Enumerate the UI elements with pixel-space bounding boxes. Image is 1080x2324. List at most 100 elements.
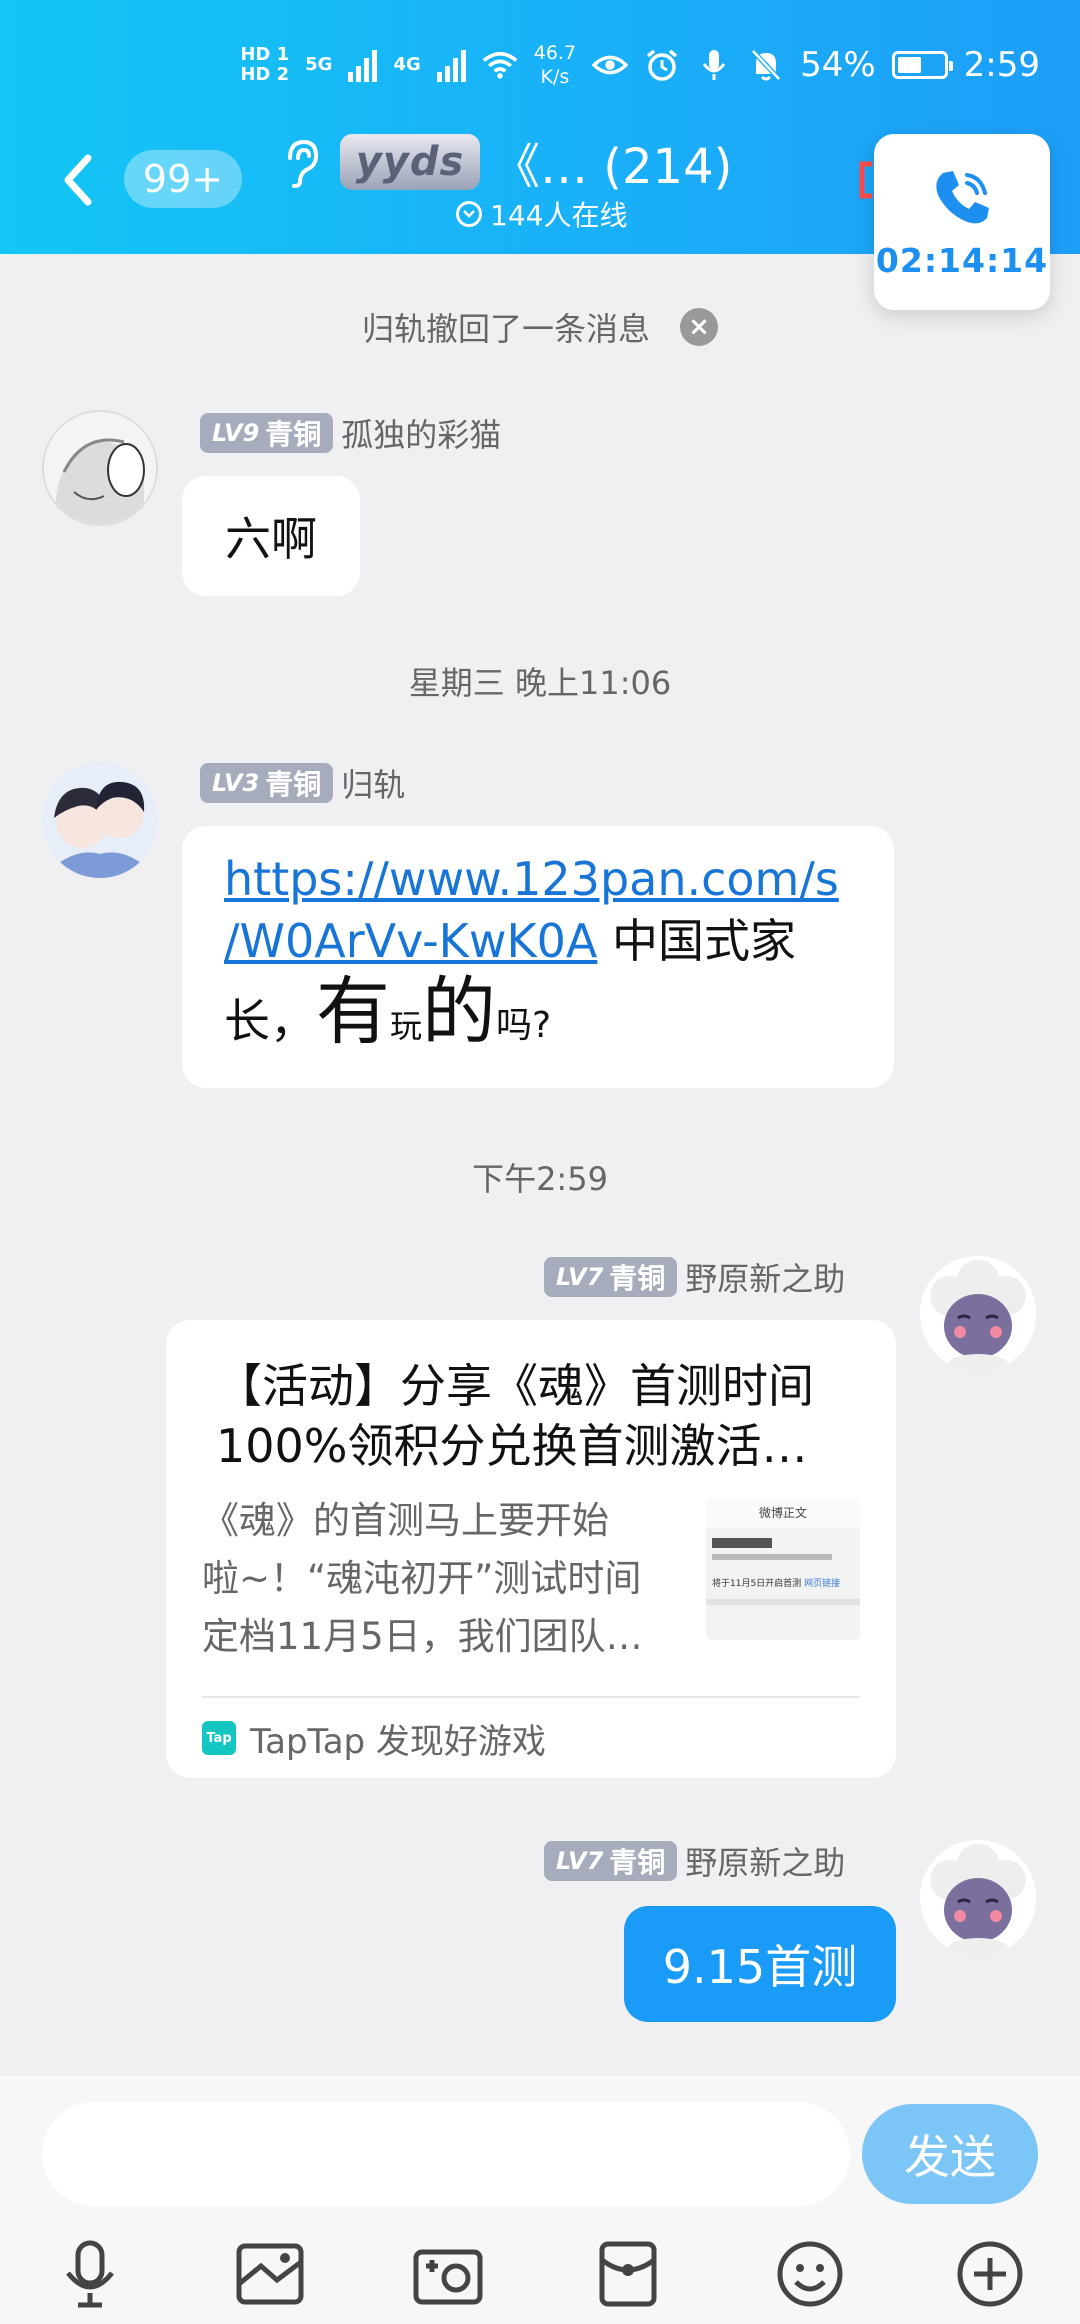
rank-text: 青铜 [265,418,322,451]
card-title: 【活动】分享《魂》首测时间 [216,1359,814,1413]
avatar[interactable] [42,410,158,526]
battery-percent: 54% [800,45,876,85]
rank-text: 青铜 [609,1846,666,1879]
card-title: 100%领积分兑换首测激活… [216,1419,808,1473]
signal2-icon [436,48,466,82]
chevron-down-icon [456,201,482,227]
mute-bell-icon [748,47,784,83]
own-message-bubble[interactable]: 9.15首测 [624,1906,896,2022]
recall-notice: 归轨撤回了一条消息 × [0,304,1080,350]
chevron-left-icon [64,154,92,206]
voice-call-floating-window[interactable]: 02:14:14 [874,134,1050,310]
message-link[interactable]: https://www.123pan.com/s [224,852,839,906]
message-meta: LV7 青铜 野原新之助 [544,1254,845,1300]
avatar[interactable] [42,762,158,878]
anime-couple-avatar-icon [42,762,158,878]
battery-icon [891,51,953,79]
message-text-large: 的 [422,969,497,1055]
timestamp: 星期三 晚上11:06 [408,664,672,702]
composer: 发送 [0,2076,1080,2324]
recall-notice-text: 归轨撤回了一条消息 [361,310,650,348]
message-bubble[interactable]: https://www.123pan.com/s /W0ArVv-KwK0A 中… [182,826,894,1088]
plus-icon[interactable] [950,2234,1030,2314]
level-text: LV7 [556,1847,604,1875]
message-text: 中国式家 [597,914,796,968]
close-icon[interactable]: × [680,308,718,346]
phone-icon [936,170,989,223]
clock: 2:59 [963,45,1040,85]
level-badge: LV7 青铜 [544,1841,678,1881]
taptap-icon: Tap [202,1721,236,1755]
message-text: 六啊 [225,512,317,566]
thumb-title: 微博正文 [706,1498,860,1528]
sender-name[interactable]: 归轨 [341,760,405,806]
card-description: 啦~！“魂沌初开”测试时间 [202,1557,642,1600]
message-meta: LV9 青铜 孤独的彩猫 [200,410,501,456]
timestamp: 下午2:59 [472,1160,608,1198]
rank-text: 青铜 [265,768,322,801]
red-packet-icon[interactable] [588,2234,668,2314]
camera-icon[interactable] [408,2234,488,2314]
call-timer: 02:14:14 [875,240,1049,280]
avatar[interactable] [920,1256,1036,1372]
message-meta: LV7 青铜 野原新之助 [544,1838,845,1884]
eye-icon [592,47,629,83]
sim-indicators: HD 1 HD 2 [240,45,289,85]
net2-label: 4G [393,54,421,75]
speed-value: 46.7 [533,42,577,64]
message-text-small: 玩 [390,1007,423,1045]
rank-text: 青铜 [609,1262,666,1295]
share-card[interactable]: 【活动】分享《魂》首测时间 100%领积分兑换首测激活… 《魂》的首测马上要开始… [166,1320,896,1778]
avatar[interactable] [920,1840,1036,1956]
group-logo: yyds [340,134,480,190]
net1-label: 5G [305,54,333,75]
message-text-large: 有 [316,969,390,1055]
sheep-avatar-icon [920,1840,1036,1956]
anime-avatar-icon [44,412,156,524]
level-badge: LV9 青铜 [200,413,334,453]
card-source: Tap TapTap 发现好游戏 [202,1696,860,1778]
unread-count-badge[interactable]: 99+ [124,150,242,208]
sheep-avatar-icon [920,1256,1036,1372]
image-icon[interactable] [230,2234,310,2314]
send-button[interactable]: 发送 [862,2104,1038,2204]
obscured-icon [858,160,874,200]
input-toolbar [0,2222,1080,2324]
thumb-text: 将于11月5日开启首测 [712,1579,802,1589]
level-badge: LV7 青铜 [544,1257,678,1297]
level-text: LV7 [556,1263,604,1291]
earpiece-mode-icon[interactable] [280,138,320,188]
message-meta: LV3 青铜 归轨 [200,760,405,806]
card-description: 定档11月5日，我们团队… [202,1615,643,1658]
back-button[interactable] [58,150,98,210]
thumb-link: 网页链接 [804,1579,841,1589]
wifi-icon [482,47,518,83]
sender-name[interactable]: 野原新之助 [685,1254,845,1300]
microphone-status-icon [696,47,732,83]
message-bubble[interactable]: 六啊 [182,476,360,596]
sender-name[interactable]: 孤独的彩猫 [341,410,501,456]
online-status[interactable]: 144人在线 [456,194,627,234]
status-bar: HD 1 HD 2 5G 4G 46.7 K/s 54% 2:59 [240,30,1040,100]
level-badge: LV3 青铜 [200,763,334,803]
sender-name[interactable]: 野原新之助 [685,1838,845,1884]
hd1-label: HD 1 [240,44,290,65]
alarm-icon [644,47,680,83]
online-count: 144人在线 [490,199,628,232]
signal-icon [348,48,378,82]
message-text-small: 吗? [496,1005,552,1046]
group-name: 《… (214) [492,139,733,195]
group-title[interactable]: yyds 《… (214) [340,124,732,200]
level-text: LV9 [212,419,260,447]
card-source-text: TapTap 发现好游戏 [250,1721,546,1762]
message-input[interactable] [42,2102,850,2206]
speed-unit: K/s [540,66,570,88]
card-description: 《魂》的首测马上要开始 [202,1499,609,1542]
message-link[interactable]: /W0ArVv-KwK0A [224,914,597,968]
message-text: 长， [224,994,316,1048]
level-text: LV3 [212,769,260,797]
hd2-label: HD 2 [240,64,290,85]
emoji-icon[interactable] [770,2234,850,2314]
microphone-icon[interactable] [50,2234,130,2314]
message-text: 9.15首测 [662,1940,858,1994]
